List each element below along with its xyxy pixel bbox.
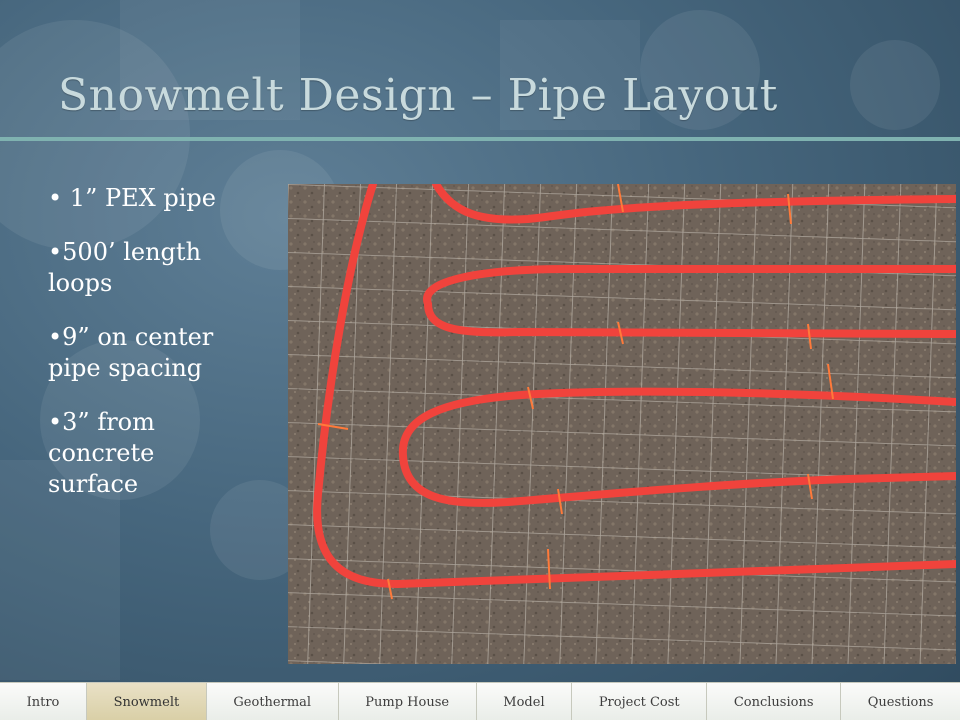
nav-tab-model[interactable]: Model	[477, 683, 573, 720]
nav-tab-questions[interactable]: Questions	[841, 683, 960, 720]
bullet-item: •9” on center pipe spacing	[48, 323, 214, 382]
nav-tab-project-cost[interactable]: Project Cost	[572, 683, 708, 720]
bullet-list: • 1” PEX pipe •500’ length loops •9” on …	[48, 183, 233, 523]
section-nav: Intro Snowmelt Geothermal Pump House Mod…	[0, 682, 960, 720]
bullet-item: •3” from concrete surface	[48, 408, 155, 498]
nav-tab-pump-house[interactable]: Pump House	[339, 683, 477, 720]
nav-tab-geothermal[interactable]: Geothermal	[207, 683, 339, 720]
pipe-layout-illustration	[288, 184, 956, 664]
slide: Snowmelt Design – Pipe Layout • 1” PEX p…	[0, 0, 960, 720]
bullet-text: 3” from concrete surface	[48, 408, 155, 498]
bullet-text: 9” on center pipe spacing	[48, 323, 214, 382]
slide-title: Snowmelt Design – Pipe Layout	[58, 70, 778, 121]
title-rule	[0, 137, 960, 141]
bullet-text: 1” PEX pipe	[69, 184, 216, 212]
bullet-item: • 1” PEX pipe	[48, 184, 216, 212]
pipe-layout-photo	[288, 184, 956, 664]
decor-circle	[850, 40, 940, 130]
nav-tab-snowmelt[interactable]: Snowmelt	[86, 683, 207, 720]
nav-tab-conclusions[interactable]: Conclusions	[707, 683, 842, 720]
bullet-item: •500’ length loops	[48, 238, 202, 297]
nav-tab-intro[interactable]: Intro	[0, 683, 87, 720]
bullet-text: 500’ length loops	[48, 238, 202, 297]
